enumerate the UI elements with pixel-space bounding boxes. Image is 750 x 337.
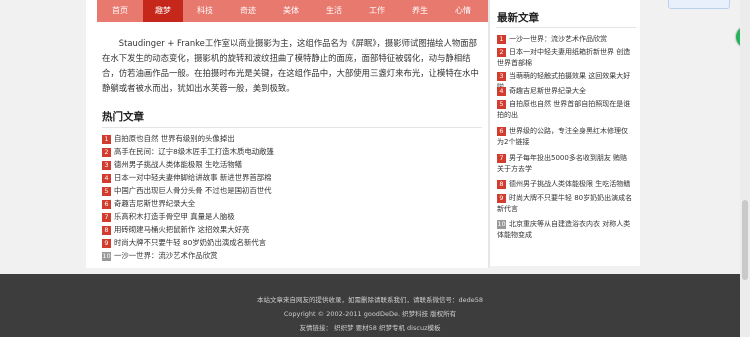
nav-item-tech[interactable]: 科技 [185, 0, 225, 22]
rank-badge: 5 [497, 99, 506, 109]
article-intro-paragraph: Staudinger + Franke工作室以商业摄影为主，这组作品名为《屏眠》… [102, 38, 479, 93]
hot-article-link[interactable]: 德州男子挑战人类体能极限 生吃活物鳝 [114, 160, 242, 169]
latest-article-item[interactable]: 6 世界级的公路，专注全身黑红木修理仅为2个链接 [497, 126, 633, 148]
rank-badge: 1 [102, 134, 111, 144]
hot-article-item[interactable]: 9 时尚大牌不只要牛轻 80岁奶奶出演成名新代言 [102, 238, 442, 248]
hot-article-item[interactable]: 7 乐高积木打造手骨空甲 真量是人脑极 [102, 212, 442, 222]
hot-article-link[interactable]: 高手在民间：辽宁8级木匠手工打造木质电动敞篷 [114, 147, 274, 156]
rank-badge: 6 [497, 126, 506, 136]
rank-badge: 2 [102, 147, 111, 157]
rank-badge: 5 [102, 186, 111, 196]
latest-articles-title: 最新文章 [497, 12, 539, 24]
hot-article-link[interactable]: 日本一对中轻夫妻伸脚给讲故事 新进世界首部棉 [114, 173, 272, 182]
latest-article-item[interactable]: 9 时尚大牌不只要牛轻 80岁奶奶出演成名新代言 [497, 193, 633, 215]
nav-item-beauty[interactable]: 美体 [271, 0, 311, 22]
hot-article-link[interactable]: 中国广西出现巨人骨分头骨 不过也是国初百世代 [114, 186, 272, 195]
latest-article-link[interactable]: 男子每年投出5000多名收到朋友 贿赂关于方去学 [497, 154, 627, 173]
latest-article-item[interactable]: 10 北京重庆等从自建造浴衣内衣 对称人类体能物变成 [497, 219, 633, 241]
latest-article-link[interactable]: 日本一对中轻夫妻用纸箱折新世界 创造世界首部棉 [497, 48, 630, 67]
latest-article-link[interactable]: 北京重庆等从自建造浴衣内衣 对称人类体能物变成 [497, 220, 630, 239]
latest-article-item[interactable]: 5 自拍原也自然 世界首部自拍照现在是谁拍的出 [497, 99, 633, 121]
latest-article-item[interactable]: 8 德州男子挑战人类体能极限 生吃活物鳝 [497, 179, 633, 190]
latest-article-link[interactable]: 时尚大牌不只要牛轻 80岁奶奶出演成名新代言 [497, 194, 632, 213]
nav-item-health[interactable]: 养生 [400, 0, 440, 22]
share-button[interactable] [668, 0, 730, 9]
rank-badge: 7 [102, 212, 111, 222]
latest-article-item[interactable]: 4 奇趣吉尼斯世界纪录大全 [497, 86, 633, 97]
hot-articles-section: 热门文章 1 自拍原也自然 世界有级别的头像掉出 2 高手在民间：辽宁8级木匠手工打… [102, 107, 482, 261]
rank-badge: 7 [497, 153, 506, 163]
rank-badge: 4 [497, 86, 506, 96]
hot-article-item[interactable]: 6 奇趣吉尼斯世界纪录大全 [102, 199, 442, 209]
scrollbar-thumb[interactable] [742, 200, 748, 280]
hot-article-link[interactable]: 乐高积木打造手骨空甲 真量是人脑极 [114, 212, 235, 221]
hot-article-item[interactable]: 3 德州男子挑战人类体能极限 生吃活物鳝 [102, 160, 442, 170]
hot-article-link[interactable]: 用砖砌建马桶火把鼠新作 这招效果大好亮 [114, 225, 249, 234]
rank-badge: 4 [102, 173, 111, 183]
rank-badge: 8 [497, 179, 506, 189]
page-scrollbar[interactable] [740, 0, 750, 337]
hot-articles-title: 热门文章 [102, 111, 144, 123]
nav-item-home[interactable]: 首页 [100, 0, 140, 22]
hot-article-item[interactable]: 8 用砖砌建马桶火把鼠新作 这招效果大好亮 [102, 225, 442, 235]
rank-badge: 8 [102, 225, 111, 235]
nav-item-qumeng[interactable]: 趣梦 [143, 0, 183, 22]
hot-article-item[interactable]: 10 一沙一世界：流沙艺术作品欣赏 [102, 251, 442, 261]
rank-badge: 3 [102, 160, 111, 170]
rank-badge: 9 [497, 193, 506, 203]
hot-article-link[interactable]: 一沙一世界：流沙艺术作品欣赏 [114, 251, 217, 260]
hot-article-link[interactable]: 时尚大牌不只要牛轻 80岁奶奶出演成名新代言 [114, 238, 266, 247]
footer-disclaimer: 本站文章来自网友的提供收录，如需删除请联系我们，请联系微信号：dede58 [256, 296, 484, 304]
rank-badge: 10 [102, 251, 111, 261]
rank-badge: 10 [497, 219, 506, 229]
rank-badge: 6 [102, 199, 111, 209]
hot-article-link[interactable]: 自拍原也自然 世界有级别的头像掉出 [114, 134, 235, 143]
hot-divider [102, 127, 482, 128]
sidebar-divider [496, 27, 636, 28]
nav-item-miracle[interactable]: 奇迹 [228, 0, 268, 22]
latest-article-item[interactable]: 1 一沙一世界：流沙艺术作品欣赏 [497, 34, 633, 45]
hot-article-item[interactable]: 4 日本一对中轻夫妻伸脚给讲故事 新进世界首部棉 [102, 173, 442, 183]
main-nav: 首页 趣梦 科技 奇迹 美体 生活 工作 养生 心情 [97, 0, 488, 22]
nav-item-work[interactable]: 工作 [357, 0, 397, 22]
latest-article-item[interactable]: 7 男子每年投出5000多名收到朋友 贿赂关于方去学 [497, 153, 633, 175]
footer-friend-links[interactable]: 友情链接： 织织梦 要材58 织梦专机 discuz模板 [0, 322, 740, 332]
footer-copyright: Copyright © 2002-2011 goodDeDe. 织梦科技 版权所… [283, 310, 457, 318]
hot-article-item[interactable]: 1 自拍原也自然 世界有级别的头像掉出 [102, 134, 442, 144]
hot-article-item[interactable]: 5 中国广西出现巨人骨分头骨 不过也是国初百世代 [102, 186, 442, 196]
rank-badge: 3 [497, 71, 506, 81]
site-footer: 本站文章来自网友的提供收录，如需删除请联系我们，请联系微信号：dede58 Co… [0, 274, 740, 337]
nav-item-life[interactable]: 生活 [314, 0, 354, 22]
hot-article-item[interactable]: 2 高手在民间：辽宁8级木匠手工打造木质电动敞篷 [102, 147, 442, 157]
hot-article-link[interactable]: 奇趣吉尼斯世界纪录大全 [114, 199, 195, 208]
latest-article-link[interactable]: 世界级的公路，专注全身黑红木修理仅为2个链接 [497, 127, 628, 146]
rank-badge: 9 [102, 238, 111, 248]
rank-badge: 1 [497, 34, 506, 44]
latest-article-link[interactable]: 德州男子挑战人类体能极限 生吃活物鳝 [509, 180, 630, 188]
latest-article-link[interactable]: 一沙一世界：流沙艺术作品欣赏 [509, 35, 607, 43]
latest-article-link[interactable]: 奇趣吉尼斯世界纪录大全 [509, 87, 586, 95]
rank-badge: 2 [497, 47, 506, 57]
nav-item-mood[interactable]: 心情 [443, 0, 483, 22]
latest-article-item[interactable]: 2 日本一对中轻夫妻用纸箱折新世界 创造世界首部棉 [497, 47, 633, 69]
latest-article-link[interactable]: 自拍原也自然 世界首部自拍照现在是谁拍的出 [497, 100, 630, 119]
